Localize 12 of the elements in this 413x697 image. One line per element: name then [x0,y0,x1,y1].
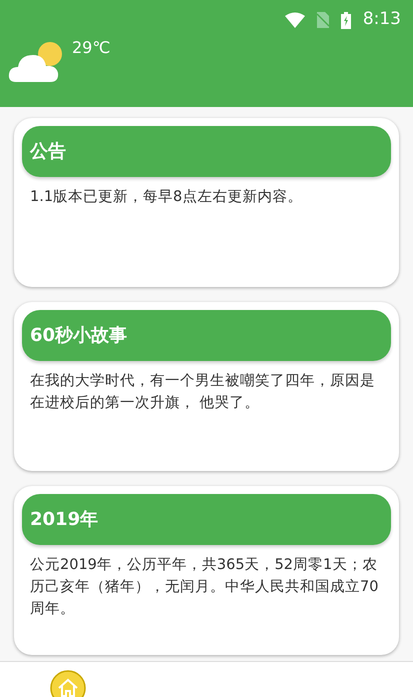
card-title: 公告 [30,140,66,164]
home-icon[interactable] [50,670,86,697]
card-text: 1.1版本已更新，每早8点左右更新内容。 [29,188,304,207]
card-text: 公元2019年，公历平年，共365天，52周零1天；农历己亥年（猪年），无闰月。中华人民共和国成立70周年。 [29,556,380,619]
card-text: 在我的大学时代，有一个男生被嘲笑了四年，原因是在进校后的第一次升旗， 他哭了。 [29,372,376,413]
no-sim-icon [316,12,329,28]
battery-icon [340,12,351,28]
temperature: 29℃ [72,37,110,59]
card-title: 2019年 [30,508,98,532]
card-title: 60秒小故事 [30,324,128,348]
wifi-icon [284,12,305,28]
status-time: 8:13 [362,8,401,32]
